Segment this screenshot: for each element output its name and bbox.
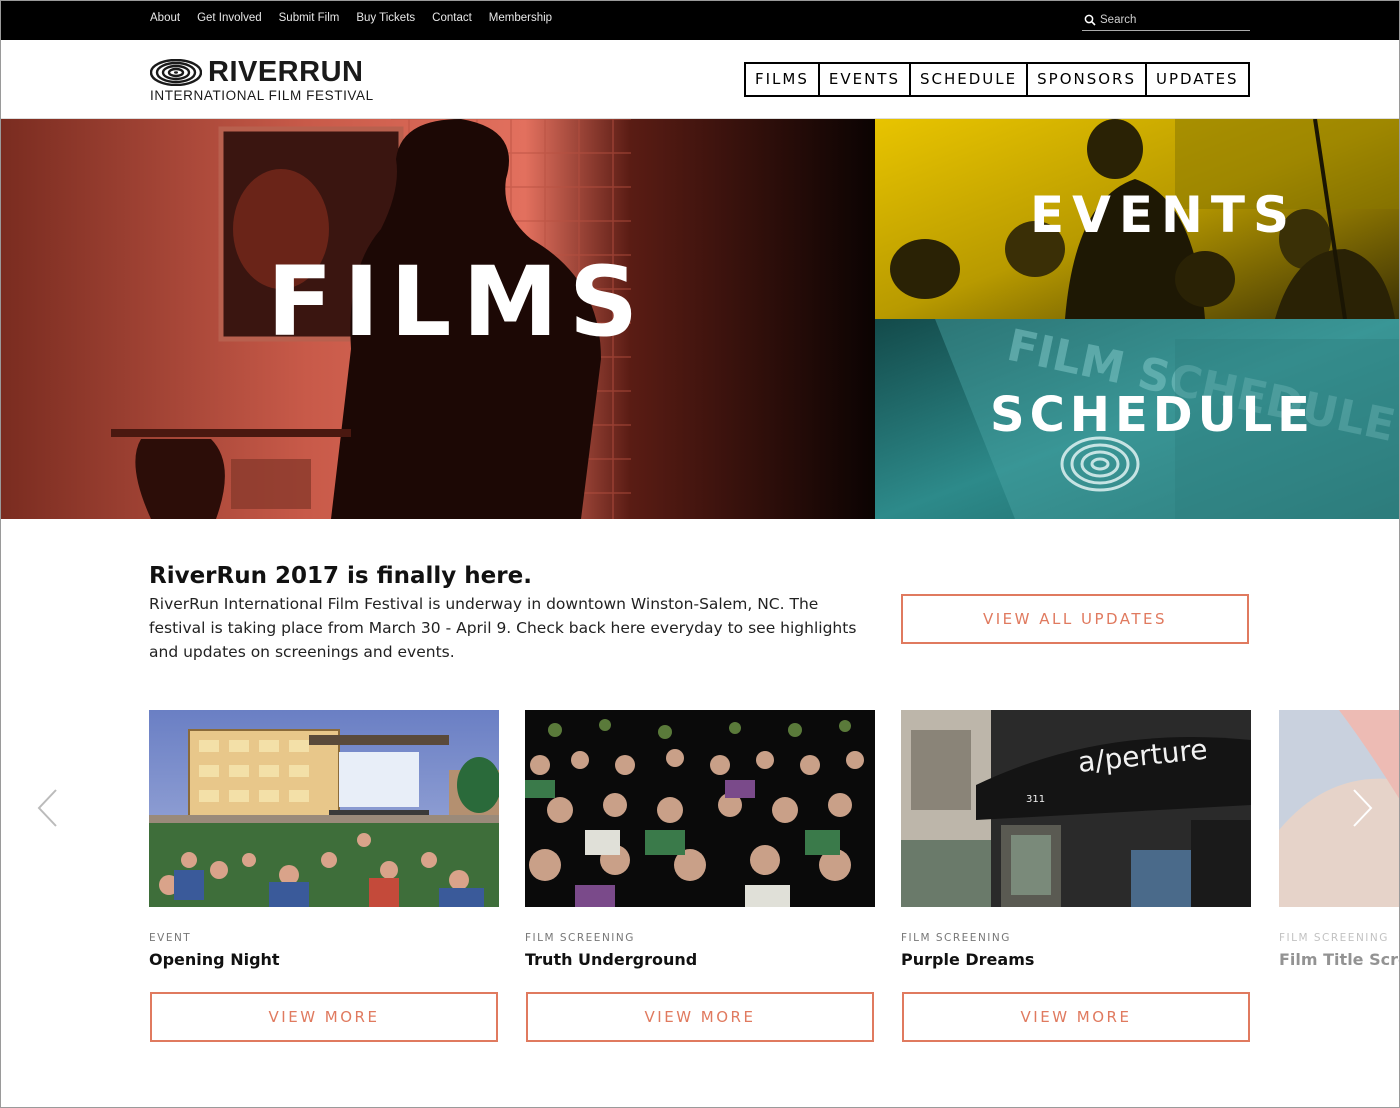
nav-updates[interactable]: UPDATES bbox=[1145, 64, 1248, 95]
card-film-title-screening: FILM SCREENING Film Title Screening bbox=[1279, 710, 1400, 990]
card-image[interactable]: a/perture 311 bbox=[901, 710, 1251, 907]
view-all-updates-button[interactable]: VIEW ALL UPDATES bbox=[901, 594, 1249, 644]
hero-events-tile[interactable]: EVENTS bbox=[875, 119, 1399, 319]
search-icon[interactable] bbox=[1084, 14, 1096, 26]
card-image[interactable] bbox=[149, 710, 499, 907]
hero-schedule-label: SCHEDULE bbox=[990, 387, 1315, 443]
card-title[interactable]: Film Title Screening bbox=[1279, 950, 1400, 969]
hero-films-label: FILMS bbox=[267, 246, 650, 358]
utility-link-submit-film[interactable]: Submit Film bbox=[279, 12, 340, 24]
search-box bbox=[1082, 10, 1250, 31]
main-nav: FILMS EVENTS SCHEDULE SPONSORS UPDATES bbox=[744, 62, 1250, 97]
logo[interactable]: RIVERRUN INTERNATIONAL FILM FESTIVAL bbox=[150, 57, 385, 103]
nav-events[interactable]: EVENTS bbox=[817, 64, 909, 95]
utility-link-membership[interactable]: Membership bbox=[489, 12, 552, 24]
view-more-button[interactable]: VIEW MORE bbox=[526, 992, 874, 1042]
utility-link-contact[interactable]: Contact bbox=[432, 12, 472, 24]
chevron-right-icon[interactable] bbox=[1350, 788, 1374, 828]
nav-schedule[interactable]: SCHEDULE bbox=[909, 64, 1026, 95]
hero-films-tile[interactable]: FILMS bbox=[1, 119, 875, 519]
utility-link-buy-tickets[interactable]: Buy Tickets bbox=[356, 12, 415, 24]
logo-mark-icon bbox=[150, 59, 202, 86]
card-category: EVENT bbox=[149, 932, 192, 944]
site-header: RIVERRUN INTERNATIONAL FILM FESTIVAL FIL… bbox=[0, 40, 1400, 119]
utility-link-get-involved[interactable]: Get Involved bbox=[197, 12, 262, 24]
building-number-text: 311 bbox=[1026, 794, 1045, 805]
nav-sponsors[interactable]: SPONSORS bbox=[1026, 64, 1145, 95]
card-title[interactable]: Truth Underground bbox=[525, 950, 697, 969]
card-category: FILM SCREENING bbox=[525, 932, 635, 944]
card-image[interactable] bbox=[525, 710, 875, 907]
intro-body: RiverRun International Film Festival is … bbox=[149, 595, 857, 661]
card-title[interactable]: Opening Night bbox=[149, 950, 280, 969]
card-title[interactable]: Purple Dreams bbox=[901, 950, 1034, 969]
search-input[interactable] bbox=[1100, 12, 1248, 28]
hero-events-label: EVENTS bbox=[1030, 186, 1297, 244]
nav-films[interactable]: FILMS bbox=[746, 64, 818, 95]
logo-name: RIVERRUN bbox=[208, 56, 364, 88]
logo-subtitle: INTERNATIONAL FILM FESTIVAL bbox=[150, 88, 374, 103]
hero-schedule-tile[interactable]: FILM SCHEDULE SCHEDULE bbox=[875, 319, 1399, 519]
card-category: FILM SCREENING bbox=[1279, 932, 1389, 944]
view-more-button[interactable]: VIEW MORE bbox=[902, 992, 1250, 1042]
chevron-left-icon[interactable] bbox=[36, 788, 60, 828]
card-category: FILM SCREENING bbox=[901, 932, 1011, 944]
utility-nav: About Get Involved Submit Film Buy Ticke… bbox=[150, 12, 569, 24]
card-image[interactable] bbox=[1279, 710, 1400, 907]
view-more-button[interactable]: VIEW MORE bbox=[150, 992, 498, 1042]
utility-link-about[interactable]: About bbox=[150, 12, 180, 24]
intro-title: RiverRun 2017 is finally here. bbox=[149, 563, 532, 589]
utility-bar: About Get Involved Submit Film Buy Ticke… bbox=[0, 0, 1400, 40]
